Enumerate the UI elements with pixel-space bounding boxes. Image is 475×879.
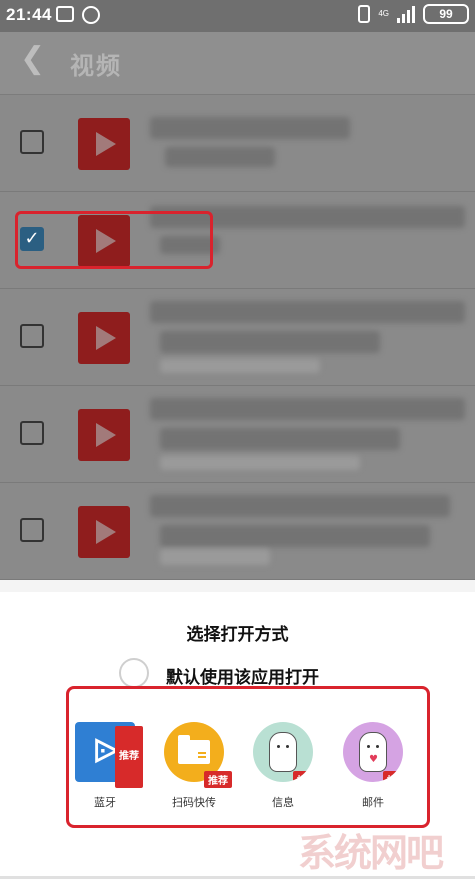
list-item[interactable] xyxy=(0,289,475,386)
status-bar: 21:44 4G 99 xyxy=(0,0,475,32)
selected-item-highlight xyxy=(15,211,213,269)
recommend-badge: 推荐 xyxy=(383,771,403,782)
app-label: 蓝牙 xyxy=(94,796,116,809)
bluetooth-icon[interactable]: ᐉ 推荐 xyxy=(75,722,143,788)
sync-icon xyxy=(82,6,100,24)
recommend-badge: 推荐 xyxy=(115,726,143,788)
blurred-text xyxy=(160,549,270,565)
app-messages[interactable]: 推荐 信息 xyxy=(243,722,323,810)
signal-icon xyxy=(397,5,415,23)
watermark: 系统网吧 xyxy=(298,831,444,875)
battery-icon: 99 xyxy=(423,4,469,24)
blurred-text xyxy=(160,331,380,353)
list-item[interactable] xyxy=(0,95,475,192)
blurred-text xyxy=(165,147,275,167)
list-item[interactable] xyxy=(0,386,475,483)
blurred-text xyxy=(150,398,465,420)
app-header: ❮ 视频 xyxy=(0,32,475,95)
blurred-text xyxy=(160,456,360,470)
network-type: 4G xyxy=(378,9,389,18)
blurred-text xyxy=(160,359,320,373)
vibrate-icon xyxy=(358,5,371,23)
checkbox[interactable] xyxy=(20,518,44,542)
image-icon xyxy=(56,6,74,22)
messages-icon[interactable]: 推荐 xyxy=(253,722,313,782)
recommend-badge: 推荐 xyxy=(204,771,232,788)
blurred-text xyxy=(150,495,450,517)
sheet-title: 选择打开方式 xyxy=(186,625,289,645)
folder-icon[interactable]: 推荐 xyxy=(164,722,232,788)
page-title: 视频 xyxy=(70,52,122,80)
checkbox[interactable] xyxy=(20,324,44,348)
recommend-badge: 推荐 xyxy=(293,771,313,782)
app-label: 扫码快传 xyxy=(172,796,216,809)
list-item[interactable] xyxy=(0,483,475,580)
default-app-label[interactable]: 默认使用该应用打开 xyxy=(166,663,319,688)
back-icon[interactable]: ❮ xyxy=(20,44,45,74)
video-play-icon xyxy=(78,118,130,170)
blurred-text xyxy=(160,525,430,547)
blurred-text xyxy=(150,301,465,323)
blurred-text xyxy=(160,428,400,450)
app-mail[interactable]: ♥ 推荐 邮件 xyxy=(333,722,413,810)
app-label: 邮件 xyxy=(362,796,384,809)
app-label: 信息 xyxy=(272,796,294,809)
checkbox[interactable] xyxy=(20,421,44,445)
app-scan-transfer[interactable]: 推荐 扫码快传 xyxy=(154,722,234,810)
mail-icon[interactable]: ♥ 推荐 xyxy=(343,722,403,782)
status-time: 21:44 xyxy=(6,5,52,24)
video-list: ✓ xyxy=(0,95,475,580)
blurred-text xyxy=(150,117,350,139)
video-play-icon xyxy=(78,506,130,558)
app-bluetooth[interactable]: ᐉ 推荐 蓝牙 xyxy=(65,722,145,810)
video-play-icon xyxy=(78,409,130,461)
battery-level: 99 xyxy=(439,7,453,21)
default-app-radio[interactable] xyxy=(119,658,149,688)
video-play-icon xyxy=(78,312,130,364)
checkbox[interactable] xyxy=(20,130,44,154)
